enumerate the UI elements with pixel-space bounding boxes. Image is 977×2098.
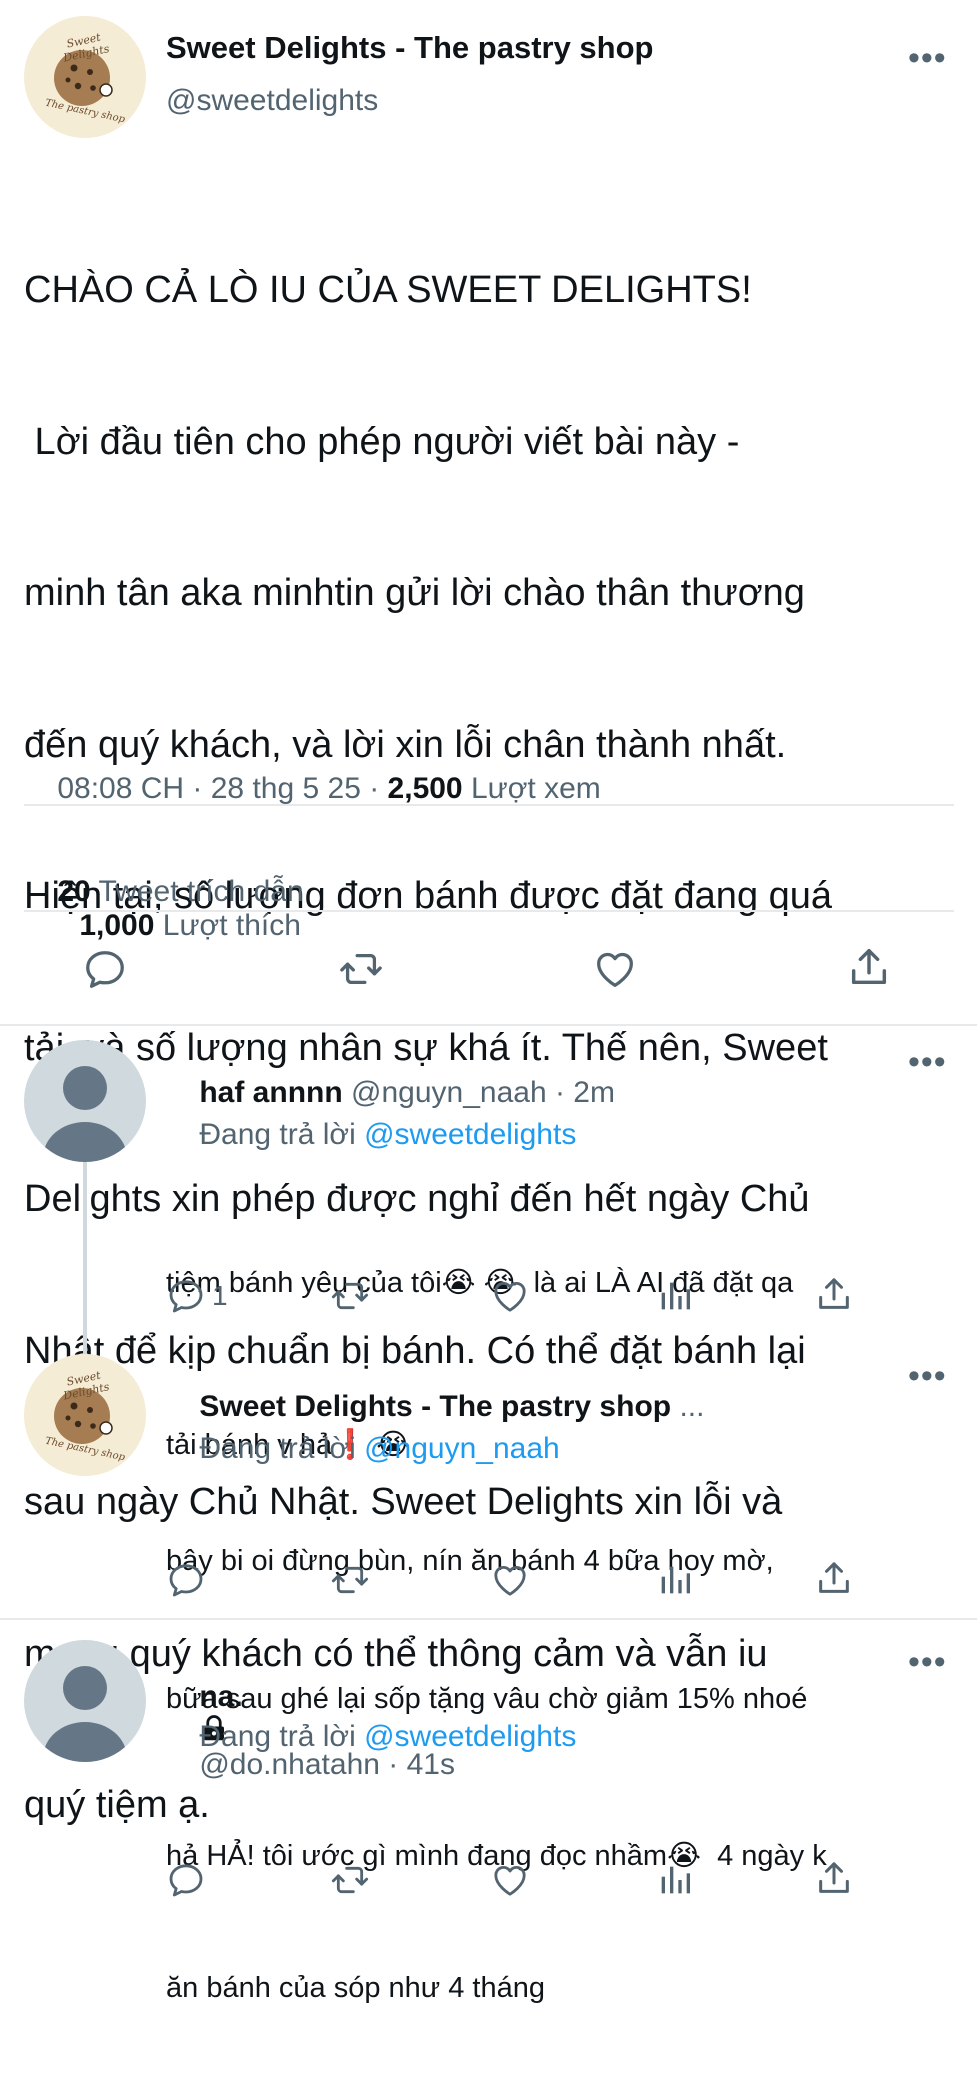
- share-button[interactable]: [814, 1274, 854, 1314]
- author-display-name[interactable]: Sweet Delights - The pastry shop: [166, 30, 653, 66]
- shop-logo-avatar[interactable]: Sweet Delights The pastry shop: [24, 16, 146, 138]
- tweet-text-line: Lời đầu tiên cho phép người viết bài này…: [24, 420, 740, 463]
- reply-button[interactable]: [166, 1560, 206, 1600]
- shop-logo-avatar[interactable]: Sweet Delights The pastry shop: [24, 1354, 146, 1476]
- reply-handle-time[interactable]: ...: [679, 1390, 704, 1423]
- default-avatar-icon: [24, 1640, 146, 1762]
- replying-to-link[interactable]: @sweetdelights: [364, 1118, 576, 1151]
- share-icon: [814, 1274, 854, 1314]
- reply-button[interactable]: 1: [166, 1276, 228, 1316]
- reply-text-line: bây bi oi đừng bùn, nín ăn bánh 4 bữa ho…: [166, 1545, 774, 1577]
- reply-button[interactable]: [82, 946, 128, 992]
- more-options-icon[interactable]: •••: [908, 1645, 947, 1679]
- more-options-icon[interactable]: •••: [908, 1045, 947, 1079]
- reply-text: hả HẢ! tôi ước gì mình đang đọc nhầm😭 4 …: [166, 1746, 827, 2098]
- analytics-button[interactable]: [655, 1560, 695, 1600]
- tweet-meta: 08:08 CH · 28 thg 5 25 · 2,500 Lượt xem: [24, 738, 601, 840]
- like-icon: [490, 1276, 530, 1316]
- reply-text-line: ăn bánh của sóp như 4 tháng: [166, 1972, 545, 2004]
- more-options-icon[interactable]: •••: [908, 1359, 947, 1393]
- analytics-icon: [655, 1860, 695, 1900]
- like-icon: [592, 946, 638, 992]
- like-button[interactable]: [592, 946, 638, 992]
- reply-icon: [166, 1560, 206, 1600]
- like-button[interactable]: [490, 1560, 530, 1600]
- views-count: 2,500: [387, 772, 463, 805]
- more-options-icon[interactable]: •••: [908, 41, 947, 75]
- likes-label: Lượt thích: [162, 909, 301, 942]
- reply-icon: [166, 1276, 206, 1316]
- thread-line: [83, 1160, 87, 1360]
- like-icon: [490, 1860, 530, 1900]
- share-button[interactable]: [846, 944, 892, 990]
- retweet-button[interactable]: [328, 1276, 372, 1316]
- reply-icon: [82, 946, 128, 992]
- divider: [0, 1024, 977, 1026]
- reply-icon: [166, 1860, 206, 1900]
- share-button[interactable]: [814, 1558, 854, 1598]
- default-avatar-icon: [24, 1040, 146, 1162]
- quotes-count: 20: [57, 875, 91, 908]
- like-button[interactable]: [490, 1276, 530, 1316]
- analytics-button[interactable]: [655, 1276, 695, 1316]
- quotes-label: Tweet trích dẫn: [98, 875, 304, 908]
- author-handle[interactable]: @sweetdelights: [166, 84, 378, 118]
- share-icon: [814, 1858, 854, 1898]
- quote-tweets-stat[interactable]: 20 Tweet trích dẫn: [57, 875, 303, 908]
- reply-count: 1: [212, 1280, 228, 1311]
- tweet-text-line: minh tân aka minhtin gửi lời chào thân t…: [24, 572, 805, 614]
- avatar[interactable]: [24, 1640, 146, 1762]
- like-button[interactable]: [490, 1860, 530, 1900]
- reply-button[interactable]: [166, 1860, 206, 1900]
- engagement-stats: 20 Tweet trích dẫn 1,000 Lượt thích: [24, 841, 303, 977]
- analytics-icon: [655, 1276, 695, 1316]
- analytics-button[interactable]: [655, 1860, 695, 1900]
- likes-count: 1,000: [79, 909, 155, 942]
- divider: [24, 804, 954, 806]
- divider: [24, 910, 954, 912]
- retweet-icon: [328, 1860, 372, 1900]
- retweet-button[interactable]: [328, 1560, 372, 1600]
- timestamp[interactable]: 08:08 CH · 28 thg 5 25 ·: [57, 772, 387, 805]
- avatar[interactable]: [24, 1040, 146, 1162]
- retweet-button[interactable]: [328, 1860, 372, 1900]
- reply-text-line: tiệm bánh yêu của tôi😭 😭 là ai LÀ AI đã …: [166, 1267, 794, 1299]
- analytics-icon: [655, 1560, 695, 1600]
- retweet-icon: [328, 1276, 372, 1316]
- views-label: Lượt xem: [470, 772, 601, 805]
- share-icon: [846, 944, 892, 990]
- divider: [0, 1618, 977, 1620]
- retweet-icon: [328, 1560, 372, 1600]
- likes-stat[interactable]: 1,000 Lượt thích: [79, 909, 301, 942]
- share-button[interactable]: [814, 1858, 854, 1898]
- retweet-icon: [336, 946, 386, 992]
- replying-prefix: Đang trả lời: [199, 1118, 365, 1151]
- retweet-button[interactable]: [336, 946, 386, 992]
- like-icon: [490, 1560, 530, 1600]
- tweet-text-line: CHÀO CẢ LÒ IU CỦA SWEET DELIGHTS!: [24, 269, 752, 311]
- share-icon: [814, 1558, 854, 1598]
